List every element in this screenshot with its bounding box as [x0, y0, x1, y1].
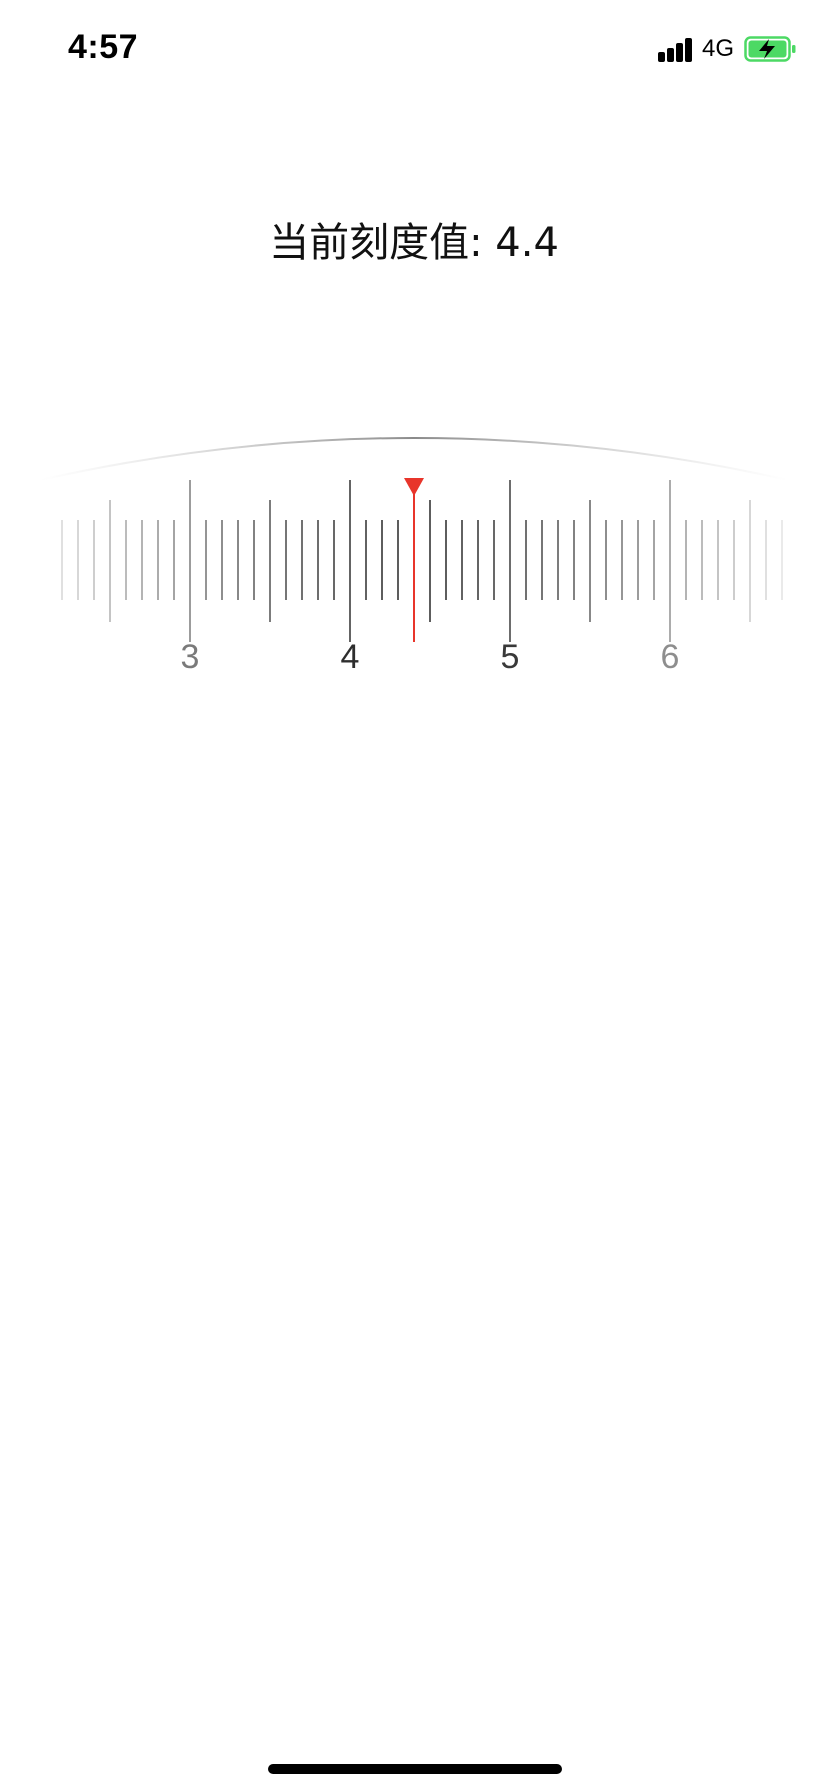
ruler-label: 6: [661, 638, 680, 676]
status-time: 4:57: [68, 28, 139, 66]
status-indicators: 4G: [657, 34, 798, 64]
ruler-ticks: [61, 480, 783, 642]
network-type-label: 4G: [701, 35, 734, 62]
ruler-label: 3: [181, 638, 200, 676]
ruler-arc: [39, 437, 789, 481]
ruler-pointer-triangle-icon: [404, 478, 424, 496]
ruler-labels: 3 4 5 6: [181, 638, 680, 676]
ruler-label: 4: [341, 638, 360, 676]
current-value-title: 当前刻度值: 4.4: [269, 220, 559, 266]
status-bar: 4:57 4G: [0, 0, 828, 100]
cellular-signal-icon: [657, 36, 692, 62]
ruler-label: 5: [501, 638, 520, 676]
battery-charging-icon: [744, 36, 798, 62]
home-indicator[interactable]: [268, 1764, 562, 1774]
ruler-scale[interactable]: 3 4 5 6: [0, 420, 828, 700]
ruler-svg[interactable]: 3 4 5 6: [0, 420, 828, 700]
